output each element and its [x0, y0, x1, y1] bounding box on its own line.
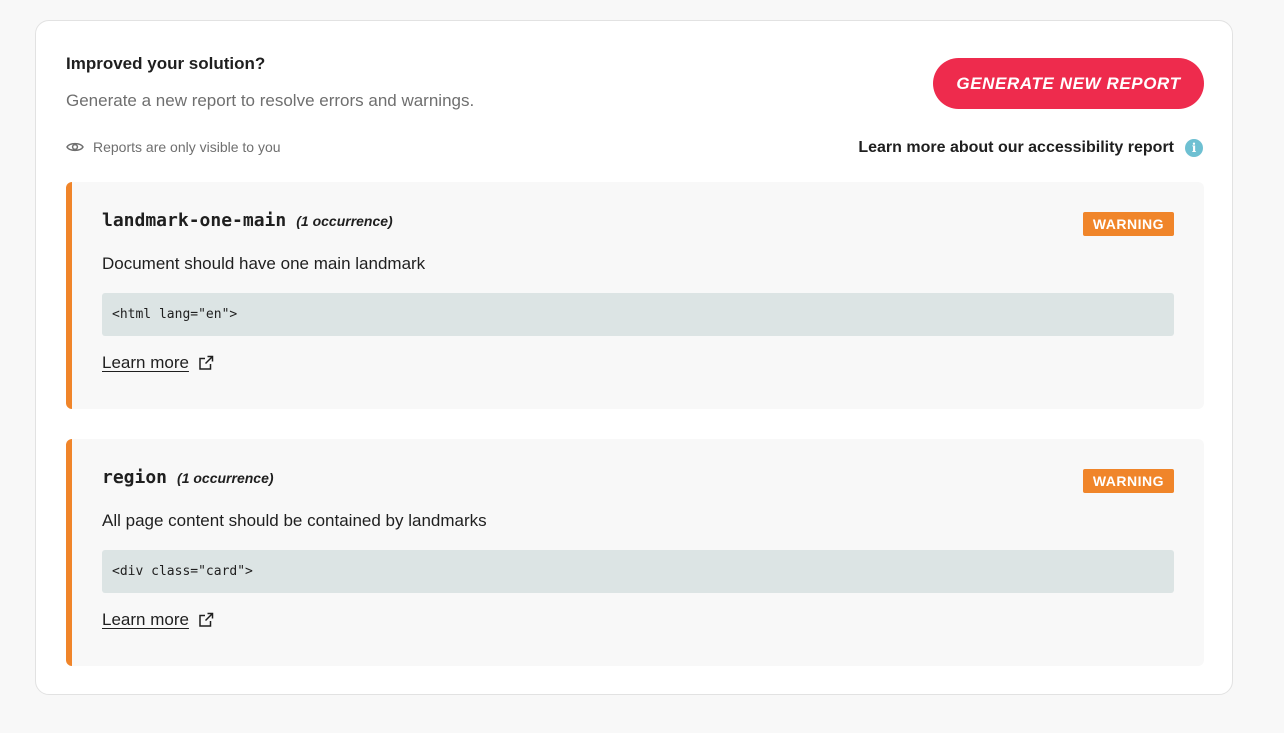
learn-more-text: Learn more [102, 353, 189, 372]
external-link-icon [198, 612, 214, 628]
visibility-note: Reports are only visible to you [66, 139, 281, 155]
report-heading: Improved your solution? [66, 54, 266, 73]
learn-more-link[interactable]: Learn more [102, 610, 214, 630]
warning-badge: WARNING [1082, 212, 1174, 236]
learn-more-text: Learn more [102, 610, 189, 629]
issue-card: region (1 occurrence) WARNING All page c… [66, 439, 1204, 666]
issue-title-row: region (1 occurrence) [102, 467, 274, 488]
info-icon: i [1185, 139, 1203, 157]
report-panel: Improved your solution? Generate a new r… [35, 20, 1233, 695]
issue-description: Document should have one main landmark [102, 254, 426, 273]
report-subheading: Generate a new report to resolve errors … [66, 91, 475, 110]
code-snippet: <div class="card"> [102, 550, 1174, 593]
learn-more-report-text: Learn more about our accessibility repor… [858, 139, 1174, 156]
learn-more-link[interactable]: Learn more [102, 353, 214, 373]
warning-badge: WARNING [1082, 469, 1174, 493]
issue-description: All page content should be contained by … [102, 511, 487, 530]
issue-title-row: landmark-one-main (1 occurrence) [102, 210, 393, 231]
issue-card: landmark-one-main (1 occurrence) WARNING… [66, 182, 1204, 409]
learn-more-report-link[interactable]: Learn more about our accessibility repor… [858, 139, 1203, 157]
generate-new-report-button[interactable]: Generate new report [933, 58, 1204, 109]
visibility-note-text: Reports are only visible to you [93, 139, 281, 155]
issue-rule-name: landmark-one-main [102, 210, 287, 231]
issue-occurrence-count: (1 occurrence) [296, 213, 393, 229]
issue-rule-name: region [102, 467, 168, 488]
eye-icon [66, 141, 84, 153]
issue-occurrence-count: (1 occurrence) [177, 470, 274, 486]
code-snippet: <html lang="en"> [102, 293, 1174, 336]
external-link-icon [198, 355, 214, 371]
